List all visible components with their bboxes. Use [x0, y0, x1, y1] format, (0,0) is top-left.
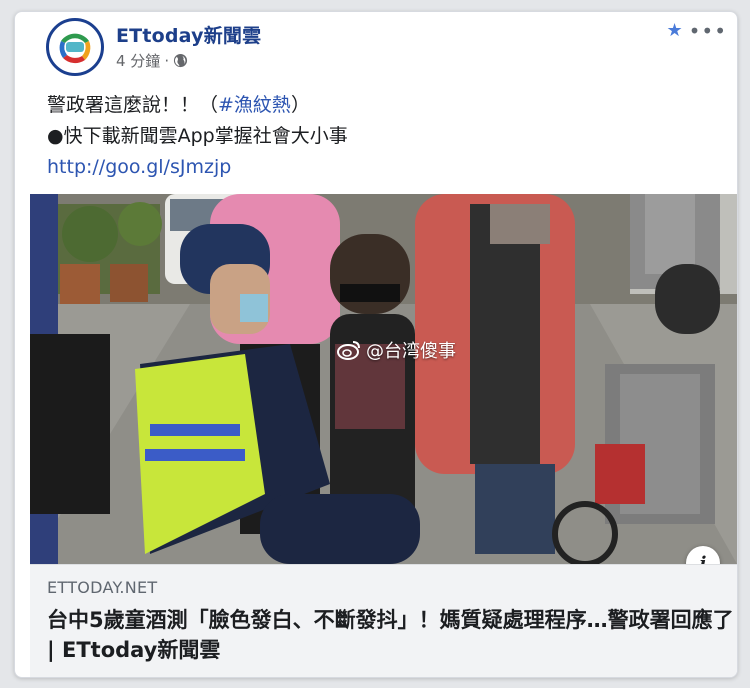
post-text-prefix: 警政署這麼說！！（ [47, 94, 219, 116]
more-options-icon[interactable]: ••• [689, 21, 727, 41]
page-name-link[interactable]: ETtoday新聞雲 [116, 21, 261, 48]
ettoday-logo-icon [58, 30, 92, 64]
post-message: 警政署這麼說！！（#漁紋熱） ●快下載新聞雲App掌握社會大小事 http://… [47, 90, 348, 183]
post-header: ETtoday新聞雲 4 分鐘 · ★ ••• [15, 12, 737, 82]
link-preview[interactable]: ETTODAY.NET 台中5歲童酒測「臉色發白、不斷發抖」！媽質疑處理程序…警… [30, 564, 737, 677]
weibo-icon [337, 341, 360, 360]
top-actions: ★ ••• [666, 20, 727, 41]
link-headline[interactable]: 台中5歲童酒測「臉色發白、不斷發抖」！媽質疑處理程序…警政署回應了 | ETto… [47, 605, 737, 665]
post-photo[interactable]: @台湾傻事 [30, 194, 737, 564]
star-icon[interactable]: ★ [666, 20, 682, 41]
meta-separator: · [164, 51, 170, 70]
globe-icon [174, 53, 188, 68]
page-avatar[interactable] [46, 18, 104, 76]
link-domain: ETTODAY.NET [47, 578, 158, 597]
timestamp[interactable]: 4 分鐘 [116, 50, 160, 71]
post-text-suffix: ） [290, 94, 310, 116]
photo-illustration [30, 194, 737, 564]
post-line-2: ●快下載新聞雲App掌握社會大小事 [47, 125, 348, 147]
hashtag-link[interactable]: #漁紋熱 [218, 94, 291, 116]
post-card: ETtoday新聞雲 4 分鐘 · ★ ••• 警政署這麼說！！（#漁紋熱） ●… [14, 11, 738, 678]
post-line-1: 警政署這麼說！！（#漁紋熱） [47, 90, 348, 121]
post-meta: 4 分鐘 · [116, 50, 188, 71]
post-url-link[interactable]: http://goo.gl/sJmzjp [47, 152, 348, 183]
photo-watermark: @台湾傻事 [336, 337, 456, 363]
watermark-text: @台湾傻事 [366, 341, 456, 362]
